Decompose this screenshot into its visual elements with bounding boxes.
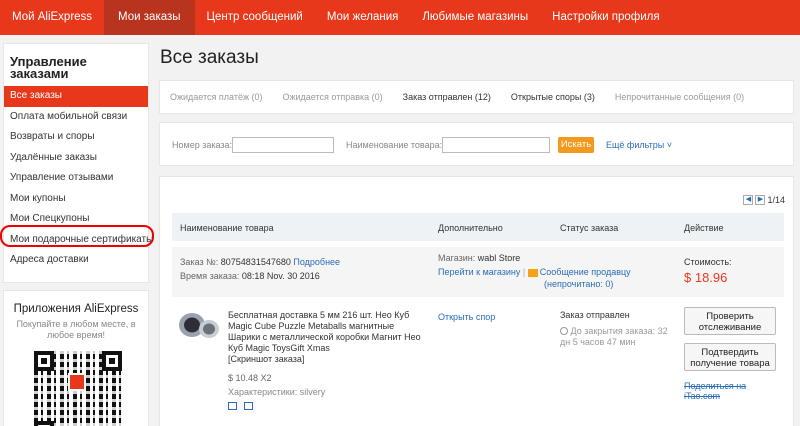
- sidebar-item-coupons[interactable]: Мои купоны: [4, 189, 148, 210]
- shop-label: Магазин:: [438, 253, 476, 263]
- app-promo-subtitle: Покупайте в любом месте, в любое время!: [16, 319, 136, 340]
- next-page-button[interactable]: ▶: [755, 195, 766, 205]
- order-number-label: Номер заказа:: [172, 140, 233, 150]
- order-time-line: Время заказа: 08:18 Nov. 30 2016: [180, 271, 320, 281]
- prev-page-button[interactable]: ◀: [743, 195, 754, 205]
- orders-panel: ◀ ▶ 1/14 Наименование товара Дополнитель…: [159, 176, 794, 426]
- check-tracking-button[interactable]: Проверить отслеживание: [684, 307, 776, 335]
- order-status-tabs: Ожидается платёж (0) Ожидается отправка …: [159, 80, 794, 114]
- nav-message-center[interactable]: Центр сообщений: [195, 0, 315, 35]
- qr-code: [34, 351, 122, 426]
- item-characteristics: Характеристики: silvery: [228, 387, 326, 397]
- confirm-receipt-button[interactable]: Подтвердить получение товара: [684, 343, 776, 371]
- tab-open-disputes[interactable]: Открытые споры (3): [501, 92, 605, 102]
- table-header: Наименование товара Дополнительно Статус…: [172, 213, 784, 241]
- sidebar-item-deleted-orders[interactable]: Удалённые заказы: [4, 148, 148, 169]
- share-link[interactable]: Поделиться на iTao.com: [684, 381, 784, 401]
- clock-icon: [560, 327, 568, 335]
- app-promo: Приложения AliExpress Покупайте в любом …: [3, 290, 149, 426]
- envelope-icon: [527, 268, 538, 277]
- order-number: 80754831547680: [220, 257, 291, 267]
- col-additional: Дополнительно: [438, 223, 503, 233]
- order-item-row: Бесплатная доставка 5 мм 216 шт. Нео Куб…: [172, 301, 784, 426]
- chevron-down-icon: ˅: [666, 140, 672, 150]
- sidebar-item-reviews[interactable]: Управление отзывами: [4, 168, 148, 189]
- more-filters-label: Ещё фильтры: [606, 140, 665, 150]
- sidebar-item-all-orders[interactable]: Все заказы: [4, 86, 148, 107]
- message-seller-link[interactable]: Сообщение продавцу: [540, 267, 631, 277]
- sidebar-item-returns-disputes[interactable]: Возвраты и споры: [4, 127, 148, 148]
- order-cost: $ 18.96: [684, 270, 728, 285]
- tab-unread-messages[interactable]: Непрочитанные сообщения (0): [605, 92, 754, 102]
- item-price: $ 10.48 X2: [228, 373, 272, 383]
- order-number-input[interactable]: [232, 137, 334, 153]
- pager: ◀ ▶ 1/14: [743, 195, 785, 205]
- close-countdown: До закрытия заказа: 32 дн 5 часов 47 мин: [560, 326, 670, 348]
- order-screenshot-link[interactable]: [Скриншот заказа]: [228, 354, 304, 364]
- page-indicator: 1/14: [767, 195, 785, 205]
- sidebar-title: Управление заказами: [10, 54, 87, 81]
- product-name-label: Наименование товара:: [346, 140, 443, 150]
- col-action: Действие: [684, 223, 724, 233]
- qr-finder: [102, 351, 122, 371]
- highlight-annotation: [0, 225, 154, 247]
- more-filters-link[interactable]: Ещё фильтры ˅: [606, 140, 672, 150]
- product-image[interactable]: [176, 309, 222, 343]
- delivery-truck-icon: [228, 402, 237, 410]
- product-title[interactable]: Бесплатная доставка 5 мм 216 шт. Нео Куб…: [228, 310, 428, 354]
- open-dispute-link[interactable]: Открыть спор: [438, 312, 495, 322]
- order-time: 08:18 Nov. 30 2016: [241, 271, 320, 281]
- filter-bar: Номер заказа: Наименование товара: Искат…: [159, 122, 794, 166]
- sidebar-item-mobile-payment[interactable]: Оплата мобильной связи: [4, 107, 148, 128]
- nav-my-orders[interactable]: Мои заказы: [104, 0, 195, 35]
- order-status: Заказ отправлен: [560, 310, 630, 320]
- order-details-link[interactable]: Подробнее: [293, 257, 340, 267]
- page-title: Все заказы: [160, 47, 259, 68]
- order-time-label: Время заказа:: [180, 271, 240, 281]
- qr-finder: [34, 421, 54, 426]
- sidebar-item-addresses[interactable]: Адреса доставки: [4, 250, 148, 271]
- col-product: Наименование товара: [180, 223, 274, 233]
- order-number-label: Заказ №:: [180, 257, 219, 267]
- tracking-icon: [244, 402, 253, 410]
- order-header: Заказ №: 80754831547680 Подробнее Время …: [172, 247, 784, 297]
- tab-awaiting-payment[interactable]: Ожидается платёж (0): [160, 92, 273, 102]
- product-name-input[interactable]: [442, 137, 550, 153]
- tab-awaiting-shipment[interactable]: Ожидается отправка (0): [273, 92, 393, 102]
- aliexpress-logo-icon: [68, 373, 86, 391]
- sidebar: Управление заказами Все заказы Оплата мо…: [3, 43, 153, 283]
- shop-actions: Перейти к магазину | Сообщение продавцу: [438, 267, 631, 277]
- order-number-line: Заказ №: 80754831547680 Подробнее: [180, 257, 340, 267]
- go-to-shop-link[interactable]: Перейти к магазину: [438, 267, 520, 277]
- cost-label: Стоимость:: [684, 257, 732, 267]
- shop-name: wabl Store: [477, 253, 521, 263]
- nav-wishlist[interactable]: Мои желания: [315, 0, 411, 35]
- qr-finder: [34, 351, 54, 371]
- app-promo-title: Приложения AliExpress: [13, 303, 139, 315]
- close-countdown-text: До закрытия заказа: 32 дн 5 часов 47 мин: [560, 326, 668, 347]
- unread-count[interactable]: (непрочитано: 0): [544, 279, 613, 289]
- top-nav: Мой AliExpress Мои заказы Центр сообщени…: [0, 0, 800, 35]
- search-button[interactable]: Искать: [558, 137, 594, 153]
- nav-profile-settings[interactable]: Настройки профиля: [540, 0, 671, 35]
- nav-my-aliexpress[interactable]: Мой AliExpress: [0, 0, 104, 35]
- tab-shipped[interactable]: Заказ отправлен (12): [393, 92, 501, 102]
- shop-line: Магазин: wabl Store: [438, 253, 520, 263]
- nav-favorite-stores[interactable]: Любимые магазины: [410, 0, 540, 35]
- col-status: Статус заказа: [560, 223, 619, 233]
